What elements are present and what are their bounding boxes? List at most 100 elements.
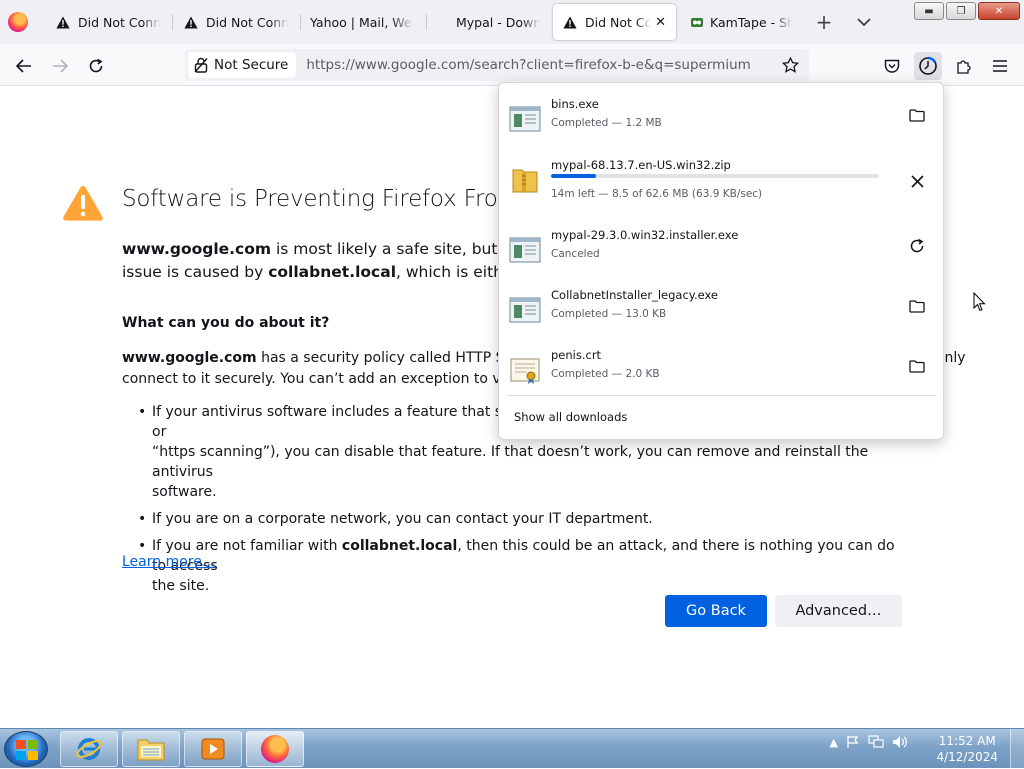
download-status: 14m left — 8.5 of 62.6 MB (63.9 KB/sec) (551, 188, 763, 200)
windows-taskbar: ▲ 11:52 AM 4/12/2024 (0, 728, 1024, 769)
url-bar[interactable]: Not Secure https://www.google.com/search… (185, 49, 809, 81)
open-folder-button[interactable] (905, 103, 929, 127)
retry-download-button[interactable] (905, 234, 929, 258)
tab-label: Did Not Connect: Potential Security Issu… (206, 14, 288, 30)
open-folder-button[interactable] (905, 294, 929, 318)
warning-icon (63, 186, 103, 221)
show-all-downloads-button[interactable]: Show all downloads (514, 410, 627, 424)
start-button[interactable] (4, 731, 48, 767)
exe-file-icon (509, 106, 541, 132)
reload-button[interactable] (82, 52, 110, 80)
download-progress-fill (551, 174, 596, 178)
download-filename: mypal-68.13.7.en-US.win32.zip (551, 158, 731, 172)
download-status: Canceled (551, 248, 600, 260)
tip-text: If you are on a corporate network, you c… (152, 511, 653, 527)
taskbar-internet-explorer[interactable] (60, 731, 118, 767)
tip-text-line2: “https scanning”), you can disable that … (152, 444, 869, 480)
list-item: If you are on a corporate network, you c… (138, 509, 912, 529)
clock-date: 4/12/2024 (936, 750, 998, 764)
forward-button[interactable] (46, 52, 74, 80)
tab-separator (426, 14, 427, 30)
tab-mypal[interactable]: Mypal - Downloads (446, 4, 550, 40)
window-controls: ▬ ❐ ✕ (914, 2, 1020, 20)
plus-icon: + (815, 10, 833, 34)
tab-did-not-connect-1[interactable]: Did Not Connect: Potential Security Issu… (46, 4, 170, 40)
tab-label: Mypal - Downloads (456, 14, 540, 30)
puzzle-icon (957, 60, 971, 74)
tab-did-not-connect-2[interactable]: Did Not Connect: Potential Security Issu… (174, 4, 298, 40)
download-filename: CollabnetInstaller_legacy.exe (551, 288, 719, 302)
minimize-button[interactable]: ▬ (914, 2, 944, 20)
download-filename: penis.crt (551, 348, 602, 362)
download-item-crt[interactable]: penis.crt Completed — 2.0 KB (499, 344, 943, 400)
downloads-progress-icon (919, 56, 937, 75)
hsts-host: www.google.com (122, 350, 257, 366)
downloads-panel: bins.exe Completed — 1.2 MB mypal-68.13.… (498, 82, 944, 440)
tab-label: Did Not Connect: Potential Security Issu… (585, 14, 652, 30)
bookmark-star-icon[interactable] (782, 57, 799, 73)
system-clock[interactable]: 11:52 AM 4/12/2024 (936, 733, 998, 765)
open-folder-button[interactable] (905, 354, 929, 378)
intro-line2-host: collabnet.local (268, 263, 397, 281)
retry-icon (910, 238, 924, 253)
download-filename: bins.exe (551, 97, 599, 111)
download-item-mypal-zip[interactable]: mypal-68.13.7.en-US.win32.zip 14m left —… (499, 154, 943, 210)
chevron-down-icon (857, 17, 871, 26)
network-icon[interactable] (868, 735, 884, 749)
cancel-icon (910, 174, 924, 188)
download-status: Completed — 13.0 KB (551, 308, 667, 320)
internet-explorer-icon (76, 738, 102, 760)
mouse-cursor-icon (973, 292, 986, 312)
learn-more-link[interactable]: Learn more… (122, 554, 216, 570)
app-menu-button[interactable] (986, 52, 1014, 80)
tab-did-not-connect-active[interactable]: Did Not Connect: Potential Security Issu… (553, 4, 676, 40)
download-item-bins[interactable]: bins.exe Completed — 1.2 MB (499, 93, 943, 149)
pocket-icon (884, 59, 900, 73)
extensions-button[interactable] (950, 52, 978, 80)
not-secure-label: Not Secure (214, 57, 289, 73)
site-security-indicator[interactable]: Not Secure (188, 52, 297, 78)
new-tab-button[interactable]: + (810, 8, 838, 36)
volume-icon[interactable] (892, 735, 908, 749)
list-all-tabs-button[interactable] (850, 8, 878, 36)
taskbar-file-explorer[interactable] (122, 731, 180, 767)
download-item-collabnet[interactable]: CollabnetInstaller_legacy.exe Completed … (499, 284, 943, 340)
navigation-toolbar: Not Secure https://www.google.com/search… (0, 44, 1024, 86)
download-item-mypal-installer[interactable]: mypal-29.3.0.win32.installer.exe Cancele… (499, 224, 943, 280)
close-tab-icon[interactable]: ✕ (655, 15, 666, 30)
download-status: Completed — 1.2 MB (551, 117, 662, 129)
tip-host: collabnet.local (341, 538, 458, 554)
broken-lock-icon (194, 57, 208, 73)
hamburger-menu-icon (993, 60, 1007, 72)
folder-icon (909, 108, 925, 122)
action-center-flag-icon[interactable] (846, 735, 860, 749)
exe-file-icon (509, 297, 541, 323)
tray-expand-icon[interactable]: ▲ (830, 736, 838, 749)
intro-host: www.google.com (122, 240, 272, 258)
what-to-do-heading: What can you do about it? (122, 315, 330, 331)
download-status: Completed — 2.0 KB (551, 368, 660, 380)
pocket-button[interactable] (878, 52, 906, 80)
tab-kamtape[interactable]: KamTape - Share (680, 4, 802, 40)
clock-time: 11:52 AM (938, 734, 996, 748)
back-button[interactable] (10, 52, 38, 80)
maximize-button[interactable]: ❐ (946, 2, 976, 20)
show-desktop-button[interactable] (1010, 729, 1024, 769)
tab-yahoo[interactable]: Yahoo | Mail, Weather, Search (300, 4, 424, 40)
go-back-button[interactable]: Go Back (665, 595, 767, 627)
advanced-button[interactable]: Advanced… (775, 595, 902, 627)
tab-label: Yahoo | Mail, Weather, Search (310, 14, 414, 30)
firefox-menu-icon[interactable] (8, 12, 28, 32)
firefox-icon (261, 735, 289, 763)
download-filename: mypal-29.3.0.win32.installer.exe (551, 228, 739, 242)
tip-text-line3: software. (152, 484, 217, 500)
url-text[interactable]: https://www.google.com/search?client=fir… (306, 57, 750, 73)
tab-label: Did Not Connect: Potential Security Issu… (78, 14, 160, 30)
taskbar-media-player[interactable] (184, 731, 242, 767)
downloads-button[interactable] (914, 52, 942, 80)
cancel-download-button[interactable] (905, 169, 929, 193)
tab-strip: Did Not Connect: Potential Security Issu… (0, 0, 1024, 44)
window-close-button[interactable]: ✕ (978, 2, 1020, 20)
taskbar-firefox[interactable] (246, 731, 304, 767)
tab-label: KamTape - Share (710, 14, 792, 30)
